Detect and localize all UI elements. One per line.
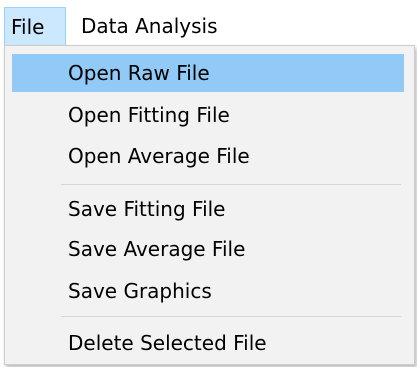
menu-item-label: Open Fitting File	[68, 103, 230, 127]
menu-item-open-fitting-file[interactable]: Open Fitting File	[12, 96, 404, 134]
menu-item-save-fitting-file[interactable]: Save Fitting File	[12, 190, 404, 228]
menubar-file[interactable]: File	[4, 7, 66, 45]
menubar-data-analysis[interactable]: Data Analysis	[75, 7, 218, 45]
file-menu-dropdown: Open Raw File Open Fitting File Open Ave…	[4, 45, 415, 365]
menu-item-label: Save Fitting File	[68, 197, 226, 221]
menu-item-save-graphics[interactable]: Save Graphics	[12, 272, 404, 310]
menu-separator	[61, 316, 401, 317]
menu-bar: File Data Analysis	[0, 0, 417, 46]
menu-item-label: Open Raw File	[68, 61, 210, 85]
menu-item-label: Delete Selected File	[68, 331, 267, 355]
menu-item-delete-selected-file[interactable]: Delete Selected File	[12, 324, 404, 362]
menu-item-open-average-file[interactable]: Open Average File	[12, 137, 404, 175]
menu-item-open-raw-file[interactable]: Open Raw File	[12, 54, 404, 92]
menu-item-save-average-file[interactable]: Save Average File	[12, 230, 404, 268]
menu-item-label: Open Average File	[68, 144, 250, 168]
menu-item-label: Save Average File	[68, 237, 246, 261]
menu-separator	[61, 184, 401, 185]
menu-item-label: Save Graphics	[68, 279, 212, 303]
